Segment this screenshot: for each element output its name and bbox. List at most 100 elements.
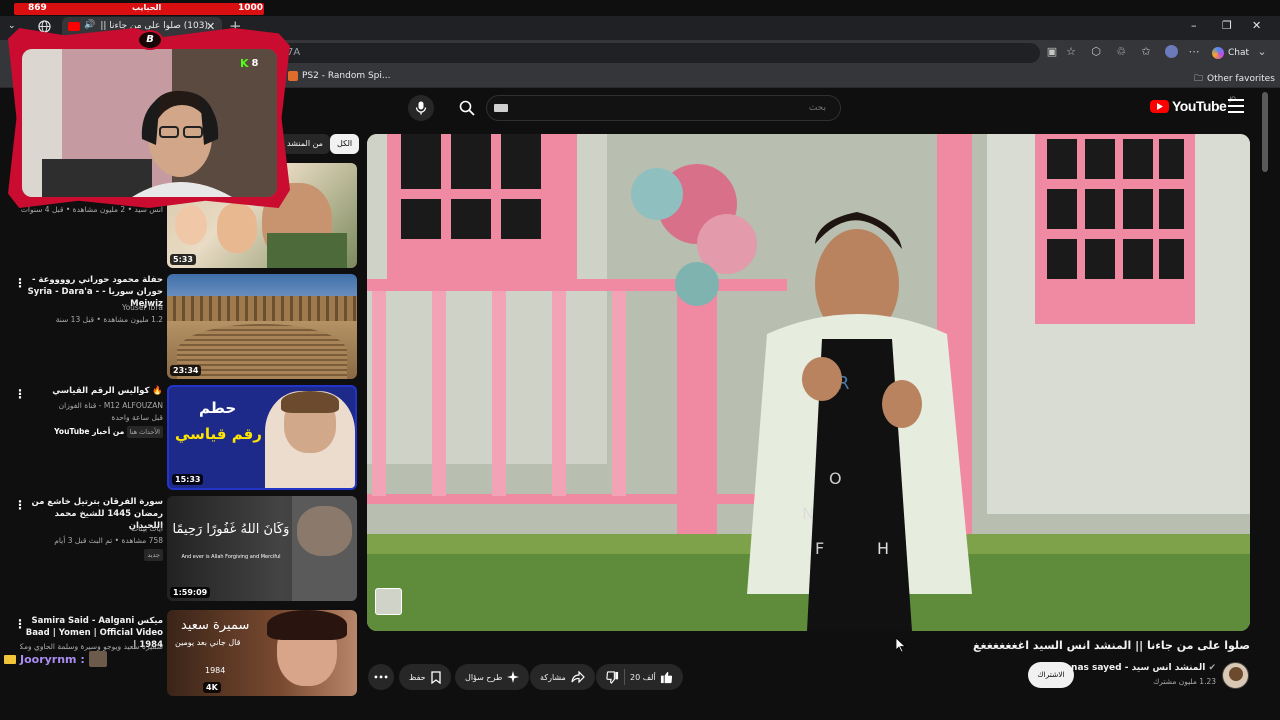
other-favorites-label: Other favorites [1207, 74, 1275, 84]
subscriber-count: 1.23 مليون مشترك [1153, 677, 1216, 686]
youtube-play-icon [1150, 99, 1169, 113]
webcam-feed [22, 49, 277, 197]
channel-avatar[interactable] [1222, 662, 1249, 689]
browser-menu-icon[interactable]: ⋯ [1186, 44, 1202, 60]
thumbnail-text: 1984 [205, 666, 226, 675]
kick-logo-icon: K [240, 57, 249, 70]
favorite-star-icon[interactable]: ☆ [1063, 44, 1079, 60]
recommendation-title[interactable]: 🔥 كواليس الرقم القياسي [20, 385, 163, 397]
svg-text:N: N [802, 504, 814, 523]
save-button[interactable]: حفظ [399, 664, 451, 690]
thumbnail-text: قال جاني بعد يومين [175, 638, 241, 647]
youtube-logo-text: YouTube [1172, 98, 1227, 114]
channel-name-text: المنشد انس سيد - anas sayed [1064, 663, 1206, 673]
tab-audio-icon[interactable]: 🔊 [84, 20, 95, 30]
copilot-icon [1212, 46, 1224, 59]
hamburger-menu-icon[interactable] [1228, 99, 1244, 113]
search-button[interactable] [452, 95, 482, 121]
divider [624, 669, 625, 685]
performance-icon[interactable]: ♲ [1113, 44, 1129, 60]
voice-search-button[interactable] [408, 95, 434, 121]
channel-watermark-icon[interactable] [375, 588, 402, 615]
microphone-icon [415, 101, 427, 115]
search-keyboard-icon [494, 104, 508, 112]
viewer-count: K8 [240, 57, 259, 70]
chat-label: Chat [1228, 47, 1250, 58]
video-duration: 15:33 [172, 474, 204, 485]
close-window-icon[interactable]: ✕ [1252, 19, 1261, 32]
recommendation-channel[interactable]: Yousef ibra [20, 302, 163, 314]
save-label: حفظ [409, 672, 426, 682]
thumbnail-text: رقم قياسي [175, 425, 262, 443]
recommendation-thumbnail[interactable]: 23:34 [167, 274, 357, 379]
search-input[interactable] [486, 95, 841, 121]
more-actions-icon: ••• [373, 673, 389, 682]
streamer-webcam [22, 49, 277, 197]
more-actions-button[interactable]: ••• [368, 664, 394, 690]
chevron-down-icon[interactable]: ⌄ [1254, 44, 1270, 60]
reading-view-icon[interactable]: ▣ [1044, 44, 1060, 60]
share-label: مشاركة [540, 672, 566, 682]
minimize-icon[interactable]: – [1191, 19, 1197, 32]
svg-text:O: O [829, 469, 842, 488]
webcam-medal-emblem: B [137, 30, 163, 50]
restore-icon[interactable]: ❐ [1222, 19, 1232, 32]
recommendation-meta: 758 مشاهدة • تم البث قبل 3 أيام [54, 536, 163, 545]
recommendation-badge-row: جديد [20, 549, 163, 561]
bookmark-icon [430, 670, 441, 684]
chat-overlay: Jooryrnm : [4, 651, 107, 667]
profile-avatar-icon[interactable] [1163, 44, 1179, 60]
bookmark-ps2[interactable]: PS2 - Random Spi... [288, 71, 390, 81]
viewer-count-number: 8 [251, 58, 259, 69]
thumbnail-text: And ever is Allah Forgiving and Merciful [181, 554, 281, 560]
like-button[interactable]: 20 ألف [630, 671, 673, 684]
ask-button[interactable]: طرح سؤال [455, 664, 530, 690]
badge: جديد [144, 549, 163, 561]
thumbnail-text: حطم [199, 399, 237, 417]
chat-badge-icon [4, 654, 16, 664]
other-favorites[interactable]: 🗀 Other favorites [1194, 71, 1275, 87]
globe-icon[interactable] [38, 20, 51, 33]
youtube-logo[interactable]: YouTube JO [1150, 96, 1236, 114]
dislike-button[interactable] [606, 670, 619, 684]
recommendation-thumbnail[interactable]: سميرة سعيد قال جاني بعد يومين 1984 4K [167, 610, 357, 696]
goal-label: الحبايب [132, 3, 162, 12]
chip-all[interactable]: الكل [330, 134, 360, 154]
thumbnail-text: وَكَانَ اللَّهُ غَفُورًا رَحِيمًا [172, 522, 290, 537]
tab-list-chevron-icon[interactable]: ⌄ [8, 21, 16, 31]
svg-text:H: H [877, 539, 889, 558]
goal-target-count: 1000 [238, 3, 264, 13]
ask-label: طرح سؤال [465, 672, 503, 682]
recommendation-thumbnail[interactable]: حطم رقم قياسي 15:33 [167, 385, 357, 490]
verified-check-icon: ✔ [1208, 663, 1216, 673]
chat-emote-icon [88, 651, 107, 667]
youtube-favicon-icon [68, 22, 80, 31]
favorites-icon[interactable]: ✩ [1138, 44, 1154, 60]
share-arrow-icon [571, 671, 585, 683]
badge: الأحداث هنا [126, 426, 163, 438]
svg-text:F: F [815, 539, 824, 558]
video-frame: R O N F H [367, 134, 1250, 631]
channel-name[interactable]: ✔ المنشد انس سيد - anas sayed [1064, 663, 1216, 673]
like-dislike-group: 20 ألف [596, 664, 683, 690]
share-button[interactable]: مشاركة [530, 664, 595, 690]
sparkle-icon [507, 671, 520, 683]
video-duration: 23:34 [170, 365, 202, 376]
recommendation-channel[interactable]: M12 ALFOUZAN - قناة الفوزان [20, 400, 163, 412]
subscribe-button[interactable]: الاشتراك [1028, 662, 1074, 688]
recommendation-channel[interactable]: آيات بينات [20, 523, 163, 535]
chip-from-creator[interactable]: من المنشد [280, 134, 330, 154]
goal-current-count: 869 [28, 3, 47, 13]
chat-button[interactable]: Chat [1206, 44, 1255, 61]
recommendation-meta: 1.2 مليون مشاهدة • قبل 13 سنة [55, 315, 163, 324]
recommendation-thumbnail[interactable]: وَكَانَ اللَّهُ غَفُورًا رَحِيمًا And ev… [167, 496, 357, 601]
page-scrollbar[interactable] [1262, 92, 1268, 172]
extension-icon[interactable]: ⬡ [1088, 44, 1104, 60]
mouse-cursor-icon [896, 638, 906, 653]
thumbs-down-icon [606, 670, 619, 684]
video-player[interactable]: R O N F H [367, 134, 1250, 631]
address-bar[interactable] [270, 43, 1040, 63]
chat-username: Jooryrnm : [20, 652, 85, 666]
recommendation-meta: قبل ساعة واحدة [111, 413, 163, 422]
video-duration: 5:33 [170, 254, 196, 265]
